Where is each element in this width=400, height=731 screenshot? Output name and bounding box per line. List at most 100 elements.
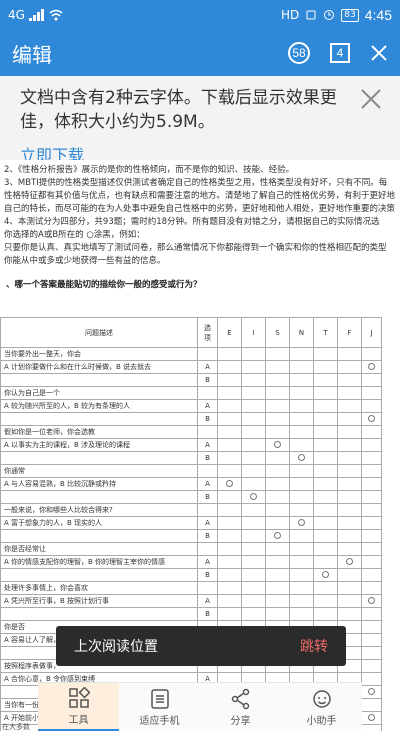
answer-cell[interactable] <box>289 412 314 426</box>
answer-cell[interactable] <box>217 568 242 582</box>
answer-cell[interactable] <box>289 542 314 556</box>
answer-cell[interactable] <box>361 698 382 712</box>
answer-cell[interactable] <box>337 477 362 491</box>
answer-cell[interactable] <box>313 477 338 491</box>
answer-cell[interactable] <box>361 529 382 543</box>
answer-cell[interactable] <box>289 568 314 582</box>
answer-cell[interactable] <box>217 529 242 543</box>
answer-cell[interactable] <box>337 607 362 621</box>
answer-cell[interactable] <box>337 425 362 439</box>
answer-cell[interactable] <box>361 594 382 608</box>
answer-cell[interactable] <box>313 451 338 465</box>
radio-circle[interactable] <box>274 531 281 539</box>
answer-cell[interactable] <box>265 503 290 517</box>
answer-cell[interactable] <box>217 607 242 621</box>
answer-cell[interactable] <box>361 412 382 426</box>
answer-cell[interactable] <box>265 555 290 569</box>
answer-cell[interactable] <box>265 425 290 439</box>
answer-cell[interactable] <box>217 360 242 374</box>
answer-cell[interactable] <box>337 581 362 595</box>
answer-cell[interactable] <box>241 412 266 426</box>
answer-cell[interactable] <box>361 425 382 439</box>
answer-cell[interactable] <box>265 360 290 374</box>
answer-cell[interactable] <box>217 373 242 387</box>
answer-cell[interactable] <box>313 555 338 569</box>
radio-circle[interactable] <box>298 453 305 461</box>
answer-cell[interactable] <box>265 373 290 387</box>
answer-cell[interactable] <box>337 503 362 517</box>
answer-cell[interactable] <box>241 451 266 465</box>
answer-cell[interactable] <box>241 516 266 530</box>
answer-cell[interactable] <box>241 464 266 478</box>
answer-cell[interactable] <box>361 347 382 361</box>
answer-cell[interactable] <box>265 399 290 413</box>
answer-cell[interactable] <box>337 386 362 400</box>
answer-cell[interactable] <box>337 529 362 543</box>
answer-cell[interactable] <box>265 581 290 595</box>
answer-cell[interactable] <box>241 477 266 491</box>
answer-cell[interactable] <box>241 438 266 452</box>
answer-cell[interactable] <box>289 399 314 413</box>
answer-cell[interactable] <box>313 529 338 543</box>
radio-circle[interactable] <box>346 557 353 565</box>
answer-cell[interactable] <box>361 373 382 387</box>
answer-cell[interactable] <box>217 555 242 569</box>
answer-cell[interactable] <box>217 581 242 595</box>
answer-cell[interactable] <box>289 516 314 530</box>
jump-button[interactable]: 跳转 <box>300 636 328 656</box>
notification-button[interactable]: 58 <box>288 42 310 64</box>
answer-cell[interactable] <box>265 438 290 452</box>
answer-cell[interactable] <box>265 386 290 400</box>
answer-cell[interactable] <box>313 568 338 582</box>
close-button[interactable] <box>370 44 388 62</box>
answer-cell[interactable] <box>361 581 382 595</box>
answer-cell[interactable] <box>313 347 338 361</box>
answer-cell[interactable] <box>313 399 338 413</box>
answer-cell[interactable] <box>217 516 242 530</box>
answer-cell[interactable] <box>313 581 338 595</box>
answer-cell[interactable] <box>241 594 266 608</box>
radio-circle[interactable] <box>368 713 375 721</box>
answer-cell[interactable] <box>265 412 290 426</box>
answer-cell[interactable] <box>241 503 266 517</box>
answer-cell[interactable] <box>313 360 338 374</box>
answer-cell[interactable] <box>289 373 314 387</box>
answer-cell[interactable] <box>337 438 362 452</box>
tab-assistant[interactable]: 小助手 <box>281 683 362 731</box>
answer-cell[interactable] <box>241 529 266 543</box>
answer-cell[interactable] <box>313 412 338 426</box>
radio-circle[interactable] <box>226 479 233 487</box>
answer-cell[interactable] <box>241 581 266 595</box>
answer-cell[interactable] <box>217 477 242 491</box>
radio-circle[interactable] <box>274 440 281 448</box>
answer-cell[interactable] <box>241 373 266 387</box>
radio-circle[interactable] <box>298 518 305 526</box>
answer-cell[interactable] <box>241 347 266 361</box>
answer-cell[interactable] <box>337 347 362 361</box>
page-count-button[interactable]: 4 <box>330 43 350 63</box>
answer-cell[interactable] <box>265 607 290 621</box>
answer-cell[interactable] <box>361 451 382 465</box>
answer-cell[interactable] <box>289 581 314 595</box>
answer-cell[interactable] <box>241 399 266 413</box>
answer-cell[interactable] <box>313 464 338 478</box>
answer-cell[interactable] <box>289 607 314 621</box>
answer-cell[interactable] <box>361 516 382 530</box>
radio-circle[interactable] <box>368 362 375 370</box>
answer-cell[interactable] <box>337 516 362 530</box>
answer-cell[interactable] <box>361 555 382 569</box>
answer-cell[interactable] <box>289 503 314 517</box>
answer-cell[interactable] <box>337 373 362 387</box>
answer-cell[interactable] <box>361 659 382 673</box>
answer-cell[interactable] <box>217 412 242 426</box>
answer-cell[interactable] <box>265 568 290 582</box>
answer-cell[interactable] <box>313 594 338 608</box>
answer-cell[interactable] <box>289 425 314 439</box>
answer-cell[interactable] <box>217 490 242 504</box>
radio-circle[interactable] <box>368 596 375 604</box>
answer-cell[interactable] <box>289 360 314 374</box>
answer-cell[interactable] <box>217 347 242 361</box>
answer-cell[interactable] <box>217 438 242 452</box>
answer-cell[interactable] <box>265 464 290 478</box>
answer-cell[interactable] <box>337 568 362 582</box>
